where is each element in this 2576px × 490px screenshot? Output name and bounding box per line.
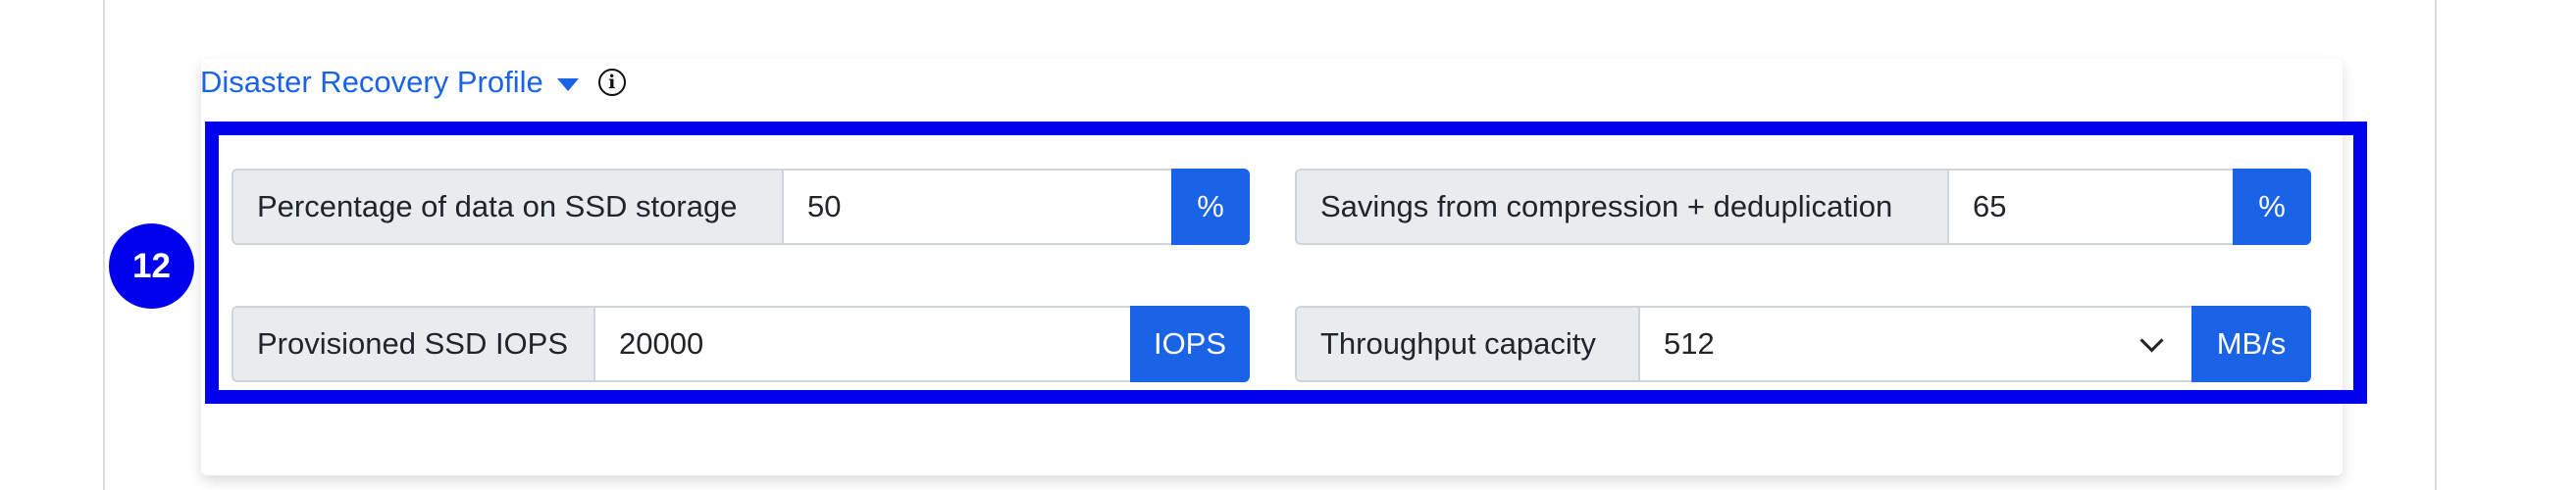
ssd-percentage-unit: %	[1171, 169, 1250, 245]
savings-unit: %	[2233, 169, 2311, 245]
page-border-left	[103, 0, 105, 490]
savings-input[interactable]: 65	[1949, 169, 2233, 245]
throughput-group: Throughput capacity 512 MB/s	[1295, 306, 2311, 382]
section-header[interactable]: Disaster Recovery Profile i	[200, 65, 626, 100]
info-icon[interactable]: i	[597, 69, 626, 96]
throughput-label: Throughput capacity	[1295, 306, 1640, 382]
stage: Disaster Recovery Profile i 12 Percentag…	[0, 0, 2576, 490]
ssd-percentage-value: 50	[807, 189, 842, 223]
caret-down-icon[interactable]	[556, 77, 579, 91]
page-border-right	[2435, 0, 2437, 490]
step-badge: 12	[109, 223, 194, 309]
throughput-value: 512	[1664, 326, 1715, 361]
ssd-percentage-group: Percentage of data on SSD storage 50 %	[232, 169, 1250, 245]
provisioned-iops-group: Provisioned SSD IOPS 20000 IOPS	[232, 306, 1250, 382]
savings-group: Savings from compression + deduplication…	[1295, 169, 2311, 245]
section-title[interactable]: Disaster Recovery Profile	[200, 65, 543, 100]
chevron-down-icon	[2139, 327, 2164, 353]
savings-label: Savings from compression + deduplication	[1295, 169, 1949, 245]
throughput-unit: MB/s	[2191, 306, 2311, 382]
ssd-percentage-input[interactable]: 50	[784, 169, 1171, 245]
ssd-percentage-label: Percentage of data on SSD storage	[232, 169, 784, 245]
throughput-select[interactable]: 512	[1640, 306, 2191, 382]
savings-value: 65	[1973, 189, 2007, 223]
provisioned-iops-input[interactable]: 20000	[595, 306, 1130, 382]
provisioned-iops-unit: IOPS	[1130, 306, 1250, 382]
provisioned-iops-label: Provisioned SSD IOPS	[232, 306, 595, 382]
provisioned-iops-value: 20000	[619, 326, 704, 361]
